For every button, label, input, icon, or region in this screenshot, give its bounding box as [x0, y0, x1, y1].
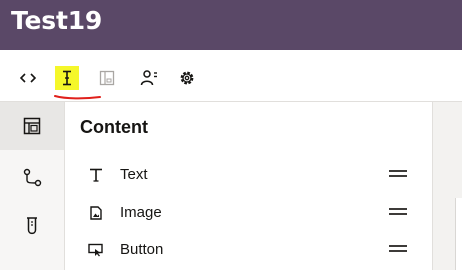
- toolbar: [0, 50, 462, 102]
- code-view-button[interactable]: [17, 67, 39, 89]
- component-item-image[interactable]: Image: [65, 198, 432, 228]
- code-icon: [20, 73, 36, 83]
- component-label: Text: [120, 166, 148, 183]
- canvas-card: [455, 198, 462, 270]
- content-panel: Content Text Image Button: [65, 102, 432, 270]
- drag-handle-icon[interactable]: [389, 245, 407, 253]
- rail-item-flow[interactable]: [0, 154, 64, 202]
- left-rail: [0, 102, 65, 270]
- preview-button[interactable]: [96, 67, 118, 89]
- component-item-text[interactable]: Text: [65, 160, 432, 190]
- design-mode-button[interactable]: [55, 66, 79, 90]
- user-settings-icon: [140, 70, 157, 86]
- drag-handle-icon[interactable]: [389, 208, 407, 216]
- component-item-button[interactable]: Button: [65, 235, 432, 265]
- image-icon: [87, 204, 105, 222]
- component-label: Image: [120, 204, 162, 221]
- rail-item-layout[interactable]: [0, 102, 64, 150]
- flow-icon: [23, 168, 42, 187]
- app-title: Test19: [11, 6, 103, 35]
- component-label: Button: [120, 241, 164, 258]
- test-tube-icon: [27, 217, 37, 235]
- app-header: Test19: [0, 0, 462, 50]
- user-settings-button[interactable]: [138, 67, 160, 89]
- layout-icon: [23, 117, 41, 135]
- drag-handle-icon[interactable]: [389, 170, 407, 178]
- rail-item-test[interactable]: [0, 202, 64, 250]
- preview-frame-icon: [99, 70, 115, 86]
- button-cursor-icon: [87, 241, 105, 259]
- panel-title: Content: [80, 117, 148, 137]
- text-icon: [87, 166, 105, 184]
- text-cursor-icon: [63, 70, 71, 86]
- gear-icon: [180, 71, 194, 85]
- settings-button[interactable]: [176, 67, 198, 89]
- annotation-underline: [54, 95, 101, 100]
